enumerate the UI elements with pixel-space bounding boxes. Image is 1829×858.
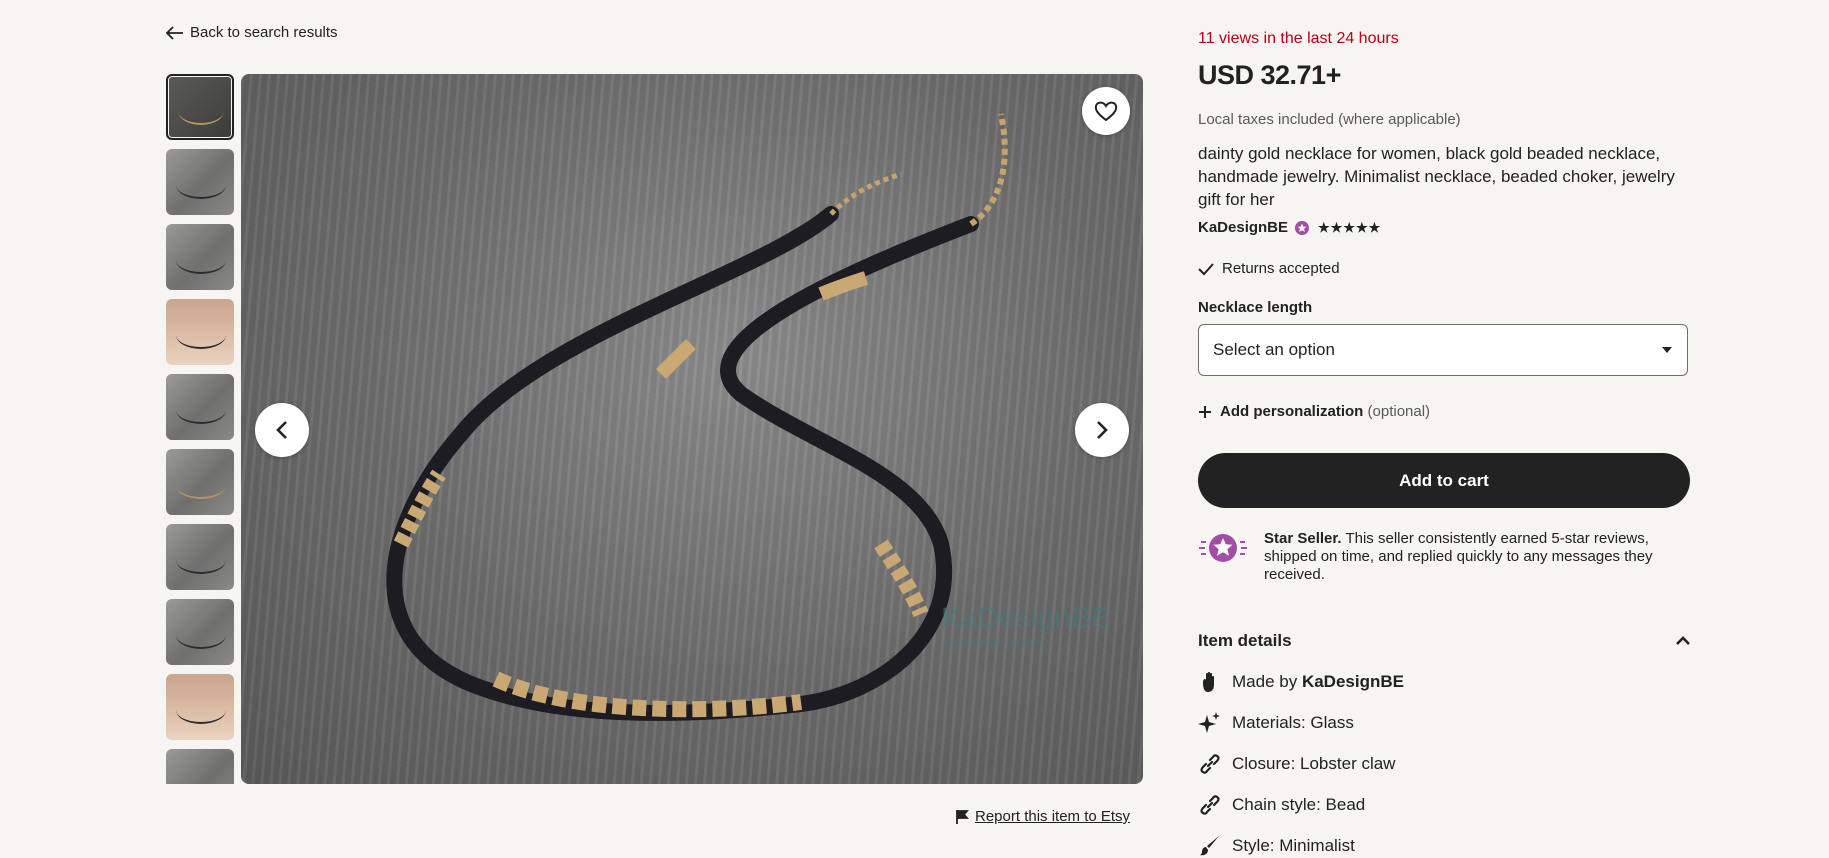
watermark-sub: Handmade Jewelry <box>945 636 1048 650</box>
previous-image-button[interactable] <box>255 403 309 457</box>
report-label: Report this item to Etsy <box>975 808 1131 825</box>
star-seller-badge-icon <box>1295 220 1310 235</box>
thumbnail-image[interactable] <box>166 449 234 515</box>
link-icon <box>1200 754 1220 774</box>
thumbnail-image[interactable] <box>166 224 234 290</box>
plus-icon <box>1199 405 1211 418</box>
thumbnail-image[interactable] <box>166 674 234 740</box>
detail-chain-style: Chain style: Bead <box>1198 793 1690 817</box>
thumbnail-image[interactable] <box>166 299 234 365</box>
select-value: Select an option <box>1213 340 1335 359</box>
star-seller-info: Star Seller. This seller consistently ea… <box>1198 528 1690 584</box>
detail-made-by: Made by KaDesignBE <box>1198 670 1690 694</box>
arrow-left-icon <box>166 25 183 40</box>
rating-stars[interactable]: ★★★★★ <box>1318 220 1381 236</box>
back-to-search-link[interactable]: Back to search results <box>166 24 338 41</box>
sparkle-icon <box>1198 712 1220 733</box>
back-link-label: Back to search results <box>190 24 338 41</box>
necklace-length-label: Necklace length <box>1198 299 1313 316</box>
necklace-photo <box>386 113 1008 721</box>
product-price: USD 32.71+ <box>1198 60 1341 90</box>
closure-text: Closure: Lobster claw <box>1232 754 1396 773</box>
flag-icon <box>956 809 969 824</box>
paintbrush-icon <box>1200 836 1219 856</box>
watermark-brand: KaDesignBE <box>941 602 1112 635</box>
personalization-label: Add personalization <box>1220 403 1364 420</box>
necklace-length-select[interactable]: Select an option <box>1198 324 1688 376</box>
thumbnail-image[interactable] <box>166 524 234 590</box>
star-seller-icon <box>1199 534 1247 562</box>
materials-text: Materials: Glass <box>1232 713 1354 732</box>
personalization-optional: (optional) <box>1367 403 1431 420</box>
thumbnail-image[interactable] <box>166 374 234 440</box>
thumbnail-strip[interactable] <box>166 74 236 784</box>
views-notice: 11 views in the last 24 hours <box>1198 30 1399 47</box>
thumbnail-image[interactable] <box>166 149 234 215</box>
heart-icon <box>1094 101 1118 122</box>
add-personalization-button[interactable]: Add personalization (optional) <box>1198 403 1690 420</box>
tax-note: Local taxes included (where applicable) <box>1198 111 1461 128</box>
item-details-toggle[interactable]: Item details <box>1198 631 1690 651</box>
hand-icon <box>1203 671 1214 692</box>
thumbnail-image[interactable] <box>166 74 234 140</box>
star-seller-title: Star Seller. <box>1264 530 1342 547</box>
product-title: dainty gold necklace for women, black go… <box>1198 144 1675 209</box>
chain-style-text: Chain style: Bead <box>1232 795 1366 814</box>
check-icon <box>1198 262 1214 275</box>
detail-style: Style: Minimalist <box>1198 834 1690 858</box>
returns-accepted: Returns accepted <box>1198 260 1690 277</box>
thumbnail-image[interactable] <box>166 599 234 665</box>
chevron-left-icon <box>276 421 287 439</box>
add-to-cart-button[interactable]: Add to cart <box>1198 453 1690 508</box>
shop-name-link[interactable]: KaDesignBE <box>1198 219 1288 236</box>
returns-label: Returns accepted <box>1222 260 1340 277</box>
item-details-heading: Item details <box>1198 631 1292 650</box>
favorite-button[interactable] <box>1082 87 1130 135</box>
chevron-up-icon <box>1676 636 1690 645</box>
main-product-image[interactable]: KaDesignBE Handmade Jewelry <box>241 74 1143 784</box>
watermark: KaDesignBE Handmade Jewelry <box>941 602 1111 650</box>
made-by-shop[interactable]: KaDesignBE <box>1302 672 1404 691</box>
report-item-link[interactable]: Report this item to Etsy <box>955 808 1130 825</box>
shop-info: KaDesignBE ★★★★★ <box>1198 219 1690 236</box>
next-image-button[interactable] <box>1075 403 1129 457</box>
style-text: Style: Minimalist <box>1232 836 1355 855</box>
caret-down-icon <box>1662 347 1672 353</box>
made-by-prefix: Made by <box>1232 672 1298 691</box>
chevron-right-icon <box>1097 421 1108 439</box>
link-icon <box>1200 795 1220 815</box>
detail-materials: Materials: Glass <box>1198 711 1690 735</box>
detail-closure: Closure: Lobster claw <box>1198 752 1690 776</box>
thumbnail-image[interactable] <box>166 749 234 784</box>
